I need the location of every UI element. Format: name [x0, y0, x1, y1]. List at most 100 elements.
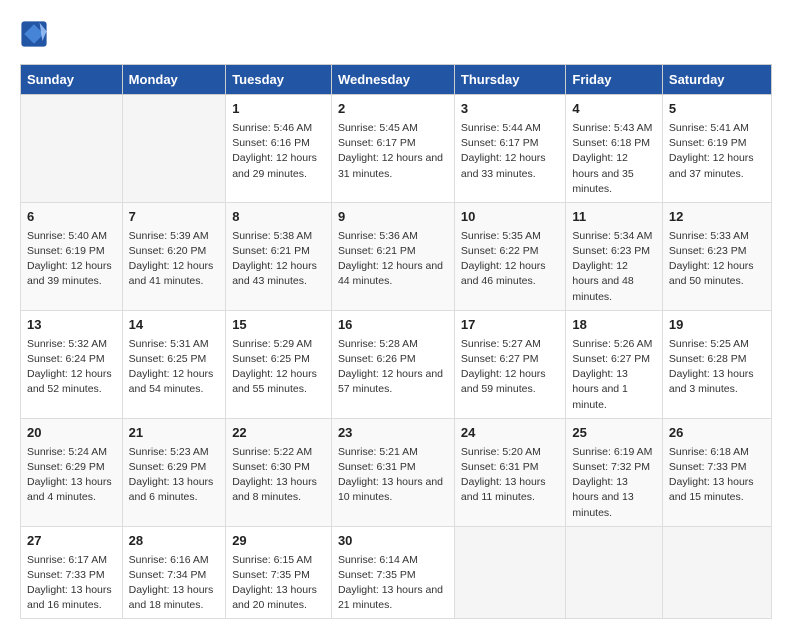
day-info: Sunrise: 5:28 AM Sunset: 6:26 PM Dayligh… — [338, 337, 448, 398]
day-number: 23 — [338, 424, 448, 443]
calendar-cell: 10Sunrise: 5:35 AM Sunset: 6:22 PM Dayli… — [454, 202, 566, 310]
day-number: 20 — [27, 424, 116, 443]
day-number: 25 — [572, 424, 655, 443]
calendar-cell — [21, 95, 123, 203]
calendar-cell: 30 Sunrise: 6:14 AM Sunset: 7:35 PM Dayli… — [331, 526, 454, 619]
day-info: Sunrise: 5:33 AM Sunset: 6:23 PM Dayligh… — [669, 229, 765, 290]
col-header-thursday: Thursday — [454, 65, 566, 95]
day-number: 7 — [129, 208, 220, 227]
calendar-cell: 26Sunrise: 6:18 AM Sunset: 7:33 PM Dayli… — [662, 418, 771, 526]
day-info: Sunrise: 6:18 AM Sunset: 7:33 PM Dayligh… — [669, 445, 765, 506]
day-number: 1 — [232, 100, 325, 119]
calendar-cell: 1 Sunrise: 5:46 AM Sunset: 6:16 PM Daylig… — [226, 95, 332, 203]
day-info: Sunrise: 5:36 AM Sunset: 6:21 PM Dayligh… — [338, 229, 448, 290]
day-number: 9 — [338, 208, 448, 227]
day-info: Sunrise: 5:25 AM Sunset: 6:28 PM Dayligh… — [669, 337, 765, 398]
calendar-cell: 21 Sunrise: 5:23 AM Sunset: 6:29 PM Dayli… — [122, 418, 226, 526]
day-number: 11 — [572, 208, 655, 227]
day-number: 6 — [27, 208, 116, 227]
calendar-table: SundayMondayTuesdayWednesdayThursdayFrid… — [20, 64, 772, 619]
day-number: 5 — [669, 100, 765, 119]
calendar-cell: 27Sunrise: 6:17 AM Sunset: 7:33 PM Dayli… — [21, 526, 123, 619]
day-number: 16 — [338, 316, 448, 335]
day-number: 14 — [129, 316, 220, 335]
day-number: 24 — [461, 424, 560, 443]
day-info: Sunrise: 5:44 AM Sunset: 6:17 PM Dayligh… — [461, 121, 560, 182]
calendar-cell: 3 Sunrise: 5:44 AM Sunset: 6:17 PM Daylig… — [454, 95, 566, 203]
calendar-cell: 28 Sunrise: 6:16 AM Sunset: 7:34 PM Dayli… — [122, 526, 226, 619]
calendar-cell: 15 Sunrise: 5:29 AM Sunset: 6:25 PM Dayli… — [226, 310, 332, 418]
col-header-monday: Monday — [122, 65, 226, 95]
day-info: Sunrise: 5:38 AM Sunset: 6:21 PM Dayligh… — [232, 229, 325, 290]
day-info: Sunrise: 5:46 AM Sunset: 6:16 PM Dayligh… — [232, 121, 325, 182]
day-info: Sunrise: 5:40 AM Sunset: 6:19 PM Dayligh… — [27, 229, 116, 290]
week-row-3: 13 Sunrise: 5:32 AM Sunset: 6:24 PM Dayli… — [21, 310, 772, 418]
calendar-cell: 24 Sunrise: 5:20 AM Sunset: 6:31 PM Dayli… — [454, 418, 566, 526]
calendar-cell: 19 Sunrise: 5:25 AM Sunset: 6:28 PM Dayli… — [662, 310, 771, 418]
calendar-cell: 23 Sunrise: 5:21 AM Sunset: 6:31 PM Dayli… — [331, 418, 454, 526]
calendar-cell — [566, 526, 662, 619]
calendar-cell — [662, 526, 771, 619]
day-number: 13 — [27, 316, 116, 335]
day-info: Sunrise: 5:26 AM Sunset: 6:27 PM Dayligh… — [572, 337, 655, 413]
day-number: 2 — [338, 100, 448, 119]
calendar-cell: 11 Sunrise: 5:34 AM Sunset: 6:23 PM Dayli… — [566, 202, 662, 310]
day-number: 15 — [232, 316, 325, 335]
calendar-cell — [122, 95, 226, 203]
day-info: Sunrise: 6:14 AM Sunset: 7:35 PM Dayligh… — [338, 553, 448, 614]
day-info: Sunrise: 5:45 AM Sunset: 6:17 PM Dayligh… — [338, 121, 448, 182]
day-info: Sunrise: 5:21 AM Sunset: 6:31 PM Dayligh… — [338, 445, 448, 506]
header-row: SundayMondayTuesdayWednesdayThursdayFrid… — [21, 65, 772, 95]
logo — [20, 20, 52, 48]
calendar-cell: 13 Sunrise: 5:32 AM Sunset: 6:24 PM Dayli… — [21, 310, 123, 418]
day-number: 29 — [232, 532, 325, 551]
day-number: 19 — [669, 316, 765, 335]
day-number: 12 — [669, 208, 765, 227]
day-number: 28 — [129, 532, 220, 551]
page-header — [20, 20, 772, 48]
logo-icon — [20, 20, 48, 48]
day-info: Sunrise: 5:23 AM Sunset: 6:29 PM Dayligh… — [129, 445, 220, 506]
day-info: Sunrise: 5:20 AM Sunset: 6:31 PM Dayligh… — [461, 445, 560, 506]
day-number: 4 — [572, 100, 655, 119]
day-number: 30 — [338, 532, 448, 551]
calendar-cell: 25 Sunrise: 6:19 AM Sunset: 7:32 PM Dayli… — [566, 418, 662, 526]
col-header-tuesday: Tuesday — [226, 65, 332, 95]
day-info: Sunrise: 6:16 AM Sunset: 7:34 PM Dayligh… — [129, 553, 220, 614]
calendar-cell: 12 Sunrise: 5:33 AM Sunset: 6:23 PM Dayli… — [662, 202, 771, 310]
day-number: 3 — [461, 100, 560, 119]
day-number: 10 — [461, 208, 560, 227]
calendar-cell: 14Sunrise: 5:31 AM Sunset: 6:25 PM Dayli… — [122, 310, 226, 418]
calendar-cell: 17Sunrise: 5:27 AM Sunset: 6:27 PM Dayli… — [454, 310, 566, 418]
day-number: 17 — [461, 316, 560, 335]
day-info: Sunrise: 6:17 AM Sunset: 7:33 PM Dayligh… — [27, 553, 116, 614]
day-info: Sunrise: 5:41 AM Sunset: 6:19 PM Dayligh… — [669, 121, 765, 182]
week-row-2: 6 Sunrise: 5:40 AM Sunset: 6:19 PM Daylig… — [21, 202, 772, 310]
calendar-cell: 4 Sunrise: 5:43 AM Sunset: 6:18 PM Daylig… — [566, 95, 662, 203]
calendar-cell: 6 Sunrise: 5:40 AM Sunset: 6:19 PM Daylig… — [21, 202, 123, 310]
day-info: Sunrise: 5:29 AM Sunset: 6:25 PM Dayligh… — [232, 337, 325, 398]
day-number: 18 — [572, 316, 655, 335]
calendar-cell: 20 Sunrise: 5:24 AM Sunset: 6:29 PM Dayli… — [21, 418, 123, 526]
day-info: Sunrise: 5:24 AM Sunset: 6:29 PM Dayligh… — [27, 445, 116, 506]
calendar-cell — [454, 526, 566, 619]
day-info: Sunrise: 6:19 AM Sunset: 7:32 PM Dayligh… — [572, 445, 655, 521]
day-info: Sunrise: 5:32 AM Sunset: 6:24 PM Dayligh… — [27, 337, 116, 398]
calendar-cell: 22 Sunrise: 5:22 AM Sunset: 6:30 PM Dayli… — [226, 418, 332, 526]
col-header-friday: Friday — [566, 65, 662, 95]
col-header-wednesday: Wednesday — [331, 65, 454, 95]
day-number: 22 — [232, 424, 325, 443]
day-number: 21 — [129, 424, 220, 443]
calendar-cell: 5 Sunrise: 5:41 AM Sunset: 6:19 PM Daylig… — [662, 95, 771, 203]
day-info: Sunrise: 5:43 AM Sunset: 6:18 PM Dayligh… — [572, 121, 655, 197]
col-header-saturday: Saturday — [662, 65, 771, 95]
calendar-cell: 18 Sunrise: 5:26 AM Sunset: 6:27 PM Dayli… — [566, 310, 662, 418]
col-header-sunday: Sunday — [21, 65, 123, 95]
day-info: Sunrise: 5:39 AM Sunset: 6:20 PM Dayligh… — [129, 229, 220, 290]
calendar-cell: 29 Sunrise: 6:15 AM Sunset: 7:35 PM Dayli… — [226, 526, 332, 619]
day-info: Sunrise: 6:15 AM Sunset: 7:35 PM Dayligh… — [232, 553, 325, 614]
calendar-cell: 16 Sunrise: 5:28 AM Sunset: 6:26 PM Dayli… — [331, 310, 454, 418]
day-info: Sunrise: 5:34 AM Sunset: 6:23 PM Dayligh… — [572, 229, 655, 305]
day-info: Sunrise: 5:22 AM Sunset: 6:30 PM Dayligh… — [232, 445, 325, 506]
week-row-5: 27Sunrise: 6:17 AM Sunset: 7:33 PM Dayli… — [21, 526, 772, 619]
